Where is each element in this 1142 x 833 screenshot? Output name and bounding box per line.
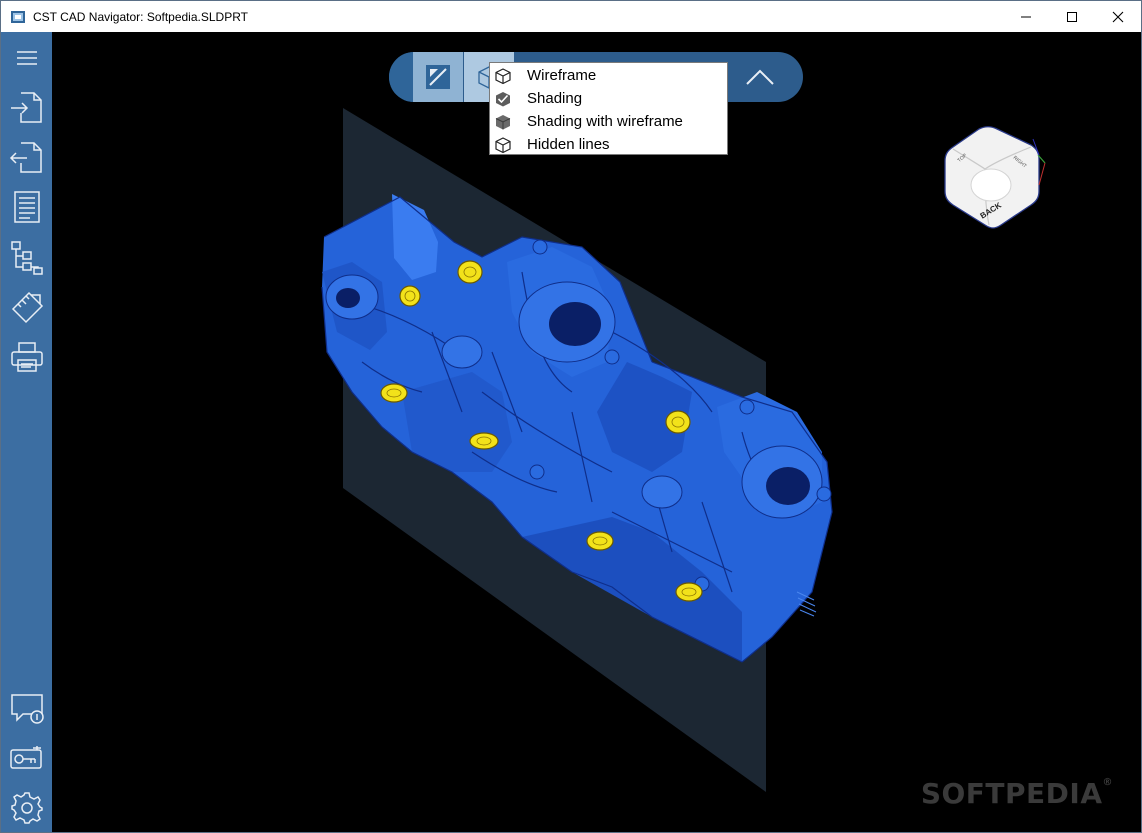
cube-solid-icon <box>493 112 513 132</box>
cube-outline-icon <box>493 66 513 86</box>
menu-item-label: Shading with wireframe <box>527 113 683 130</box>
structure-button[interactable] <box>1 235 52 279</box>
close-button[interactable] <box>1095 1 1141 32</box>
close-icon <box>1112 11 1124 22</box>
import-button[interactable] <box>1 85 52 129</box>
app-icon <box>11 10 25 23</box>
maximize-icon <box>1067 11 1077 22</box>
tree-icon <box>10 241 43 275</box>
feedback-button[interactable] <box>1 686 52 730</box>
license-button[interactable] <box>1 736 52 780</box>
minimize-icon <box>1021 16 1031 17</box>
toolbar-cap <box>389 52 413 102</box>
menu-item-wireframe[interactable]: Wireframe <box>490 64 727 87</box>
view-mode-button[interactable] <box>413 52 463 102</box>
maximize-button[interactable] <box>1049 1 1095 32</box>
menu-item-shading[interactable]: Shading <box>490 87 727 110</box>
print-button[interactable] <box>1 335 52 379</box>
chat-info-icon <box>10 694 44 724</box>
view-cube[interactable]: BACK RIGHT TOP <box>939 125 1049 237</box>
menu-item-label: Shading <box>527 90 583 107</box>
minimize-button[interactable] <box>1003 1 1049 32</box>
collapse-toolbar-button[interactable] <box>735 52 785 102</box>
collapse-chevron-icon <box>746 69 774 85</box>
cube-outline-icon <box>493 135 513 155</box>
render-mode-menu: Wireframe Shading Shading with wireframe… <box>489 62 728 155</box>
menu-item-label: Wireframe <box>527 67 597 84</box>
watermark-mark: ® <box>1102 777 1113 788</box>
export-button[interactable] <box>1 135 52 179</box>
menu-item-shading-with-wireframe[interactable]: Shading with wireframe <box>490 110 727 133</box>
measure-button[interactable] <box>1 285 52 329</box>
app-window: CST CAD Navigator: Softpedia.SLDPRT Wire… <box>0 0 1142 833</box>
settings-button[interactable] <box>1 786 52 830</box>
check-icon <box>493 89 513 109</box>
properties-button[interactable] <box>1 185 52 229</box>
export-icon <box>9 142 42 173</box>
menu-button[interactable] <box>1 36 52 80</box>
softpedia-watermark: SOFTPEDIA® <box>921 777 1113 810</box>
hamburger-icon <box>16 51 37 65</box>
gear-icon <box>10 792 43 824</box>
printer-icon <box>10 342 43 372</box>
sidebar <box>1 32 52 832</box>
measure-icon <box>11 291 43 324</box>
menu-item-label: Hidden lines <box>527 136 610 153</box>
window-title: CST CAD Navigator: Softpedia.SLDPRT <box>33 9 248 24</box>
key-icon <box>9 746 42 769</box>
title-bar: CST CAD Navigator: Softpedia.SLDPRT <box>1 1 1141 32</box>
menu-item-hidden-lines[interactable]: Hidden lines <box>490 133 727 156</box>
view-mode-icon <box>426 65 450 89</box>
watermark-text: SOFTPEDIA <box>920 777 1103 810</box>
document-icon <box>13 191 40 223</box>
import-icon <box>10 92 42 123</box>
